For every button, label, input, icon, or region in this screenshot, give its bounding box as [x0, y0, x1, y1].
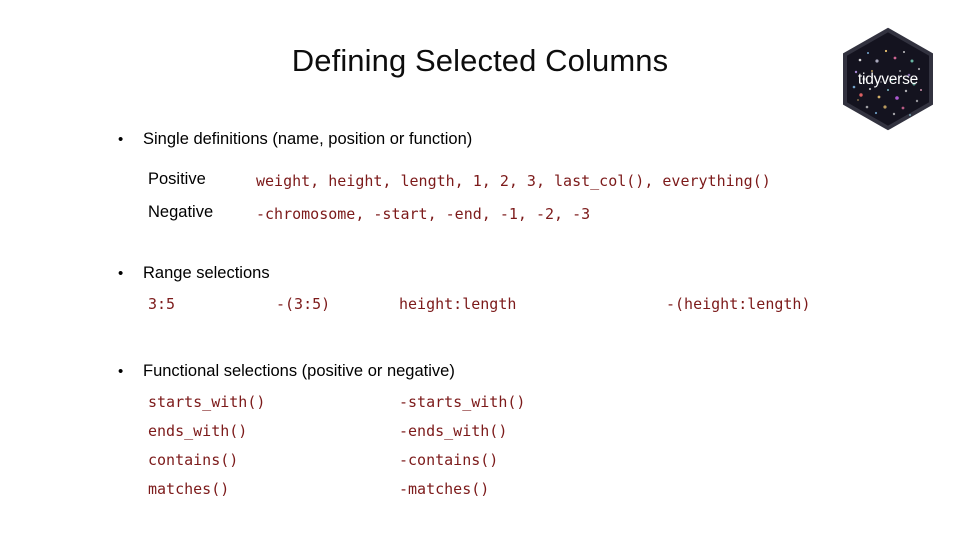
code-positive-examples: weight, height, length, 1, 2, 3, last_co…: [256, 172, 771, 190]
code-func-negative-1: -starts_with(): [399, 393, 526, 411]
label-negative: Negative: [148, 203, 214, 221]
code-func-negative-3: -contains(): [399, 451, 499, 469]
code-func-negative-2: -ends_with(): [399, 422, 508, 440]
code-range-example-1: 3:5: [148, 295, 176, 313]
bullet-single-definitions-label: Single definitions (name, position or fu…: [143, 130, 473, 148]
bullet-functional-selections-label: Functional selections (positive or negat…: [143, 362, 455, 380]
code-func-positive-1: starts_with(): [148, 393, 266, 411]
bullet-icon: •: [118, 265, 124, 282]
code-func-positive-4: matches(): [148, 480, 230, 498]
bullet-icon: •: [118, 131, 124, 148]
bullet-range-selections: • Range selections: [118, 264, 270, 283]
bullet-range-selections-label: Range selections: [143, 264, 270, 282]
label-positive: Positive: [148, 170, 206, 188]
code-negative-examples: -chromosome, -start, -end, -1, -2, -3: [256, 205, 591, 223]
bullet-single-definitions: • Single definitions (name, position or f…: [118, 130, 472, 149]
bullet-icon: •: [118, 363, 124, 380]
slide-canvas: Defining Selected Columns tidyverse • Si…: [0, 0, 960, 540]
code-func-positive-2: ends_with(): [148, 422, 248, 440]
code-func-positive-3: contains(): [148, 451, 239, 469]
bullet-functional-selections: • Functional selections (positive or nega…: [118, 362, 455, 381]
code-range-example-3: height:length: [399, 295, 517, 313]
code-func-negative-4: -matches(): [399, 480, 490, 498]
slide-body: • Single definitions (name, position or f…: [0, 0, 960, 540]
code-range-example-4: -(height:length): [666, 295, 811, 313]
code-range-example-2: -(3:5): [276, 295, 331, 313]
